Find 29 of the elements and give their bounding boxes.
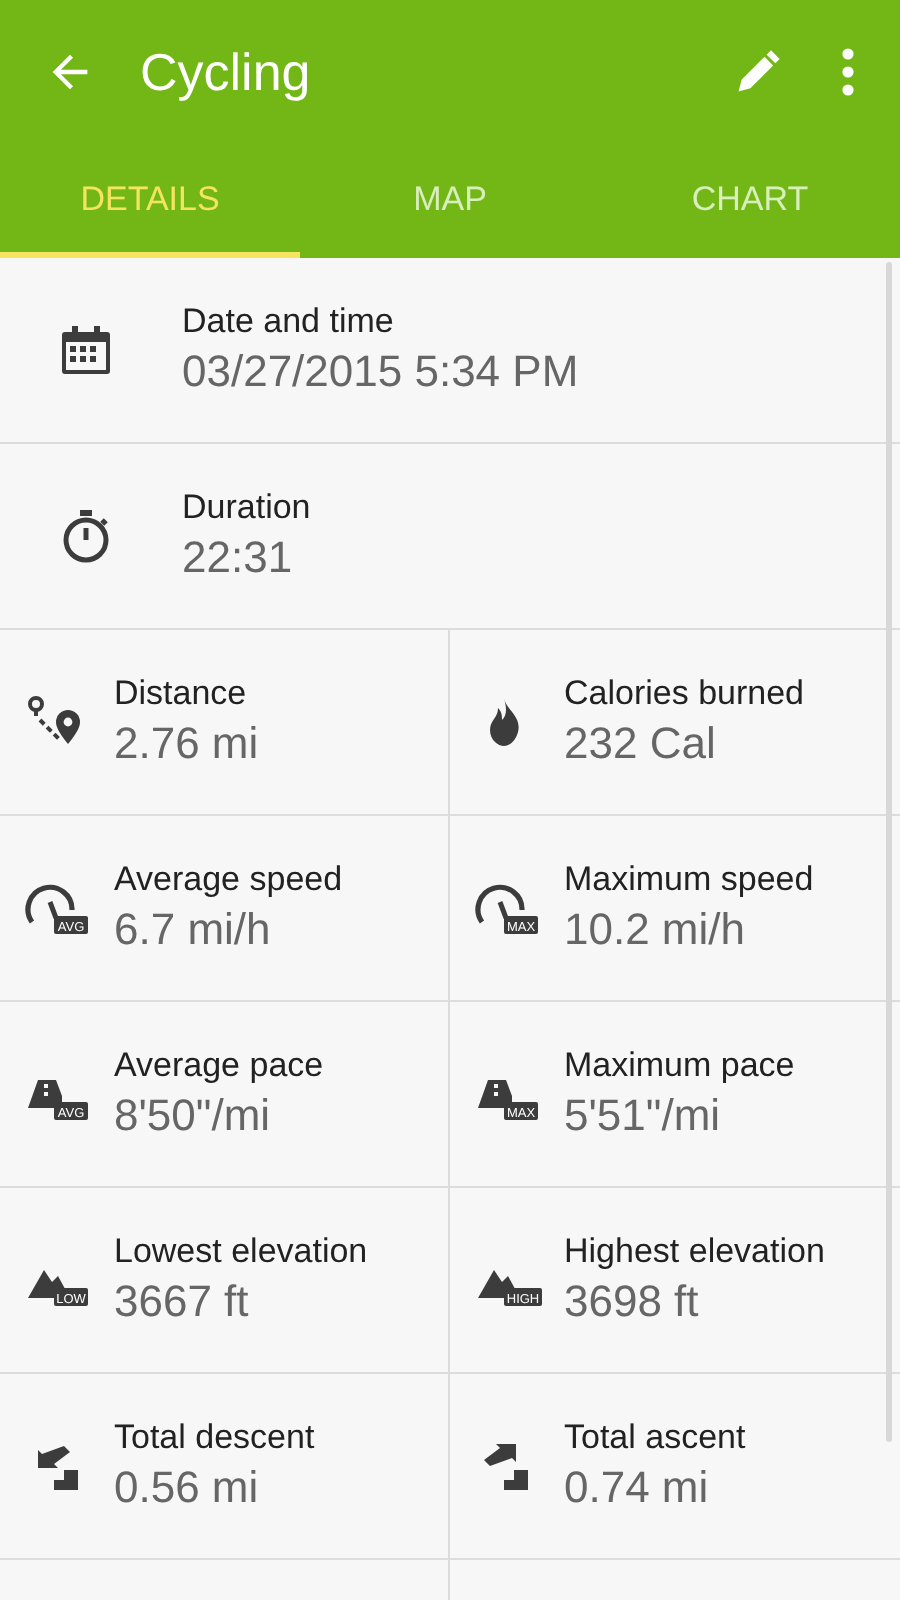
stat-label: Average speed: [114, 858, 343, 902]
stat-value: 03/27/2015 5:34 PM: [182, 344, 579, 400]
stat-label: Calories burned: [564, 672, 805, 716]
stat-value: 8'50"/mi: [114, 1088, 273, 1144]
stat-label: Date and time: [182, 300, 396, 344]
stat-label: Distance: [114, 672, 249, 716]
tab[interactable]: CHART: [600, 144, 900, 258]
stat-label: Maximum pace: [564, 1044, 795, 1088]
stat-value: 0.56 mi: [114, 1460, 261, 1516]
stat-value: 10.2 mi/h: [564, 902, 747, 958]
more-options-icon[interactable]: [840, 46, 856, 98]
stat-label: Highest elevation: [564, 1230, 825, 1274]
stat-value: 5'51"/mi: [564, 1088, 723, 1144]
stat-value: 232 Cal: [564, 716, 718, 772]
stat-value: 2.76 mi: [114, 716, 259, 772]
stat-label: Duration: [182, 486, 311, 530]
stat-label: Lowest elevation: [114, 1230, 368, 1274]
stat-value: 3698 ft: [564, 1274, 701, 1330]
tab[interactable]: MAP: [300, 144, 600, 258]
stat-value: 22:31: [182, 530, 295, 586]
stat-label: Total ascent: [564, 1416, 746, 1460]
stat-value: 3667 ft: [114, 1274, 251, 1330]
stat-value: 6.7 mi/h: [114, 902, 273, 958]
stat-label: Maximum speed: [564, 858, 814, 902]
stat-label: Total descent: [114, 1416, 315, 1460]
tab[interactable]: DETAILS: [0, 144, 300, 258]
screen-title: Cycling: [140, 39, 311, 105]
stat-value: 0.74 mi: [564, 1460, 711, 1516]
stat-label: Average pace: [114, 1044, 324, 1088]
